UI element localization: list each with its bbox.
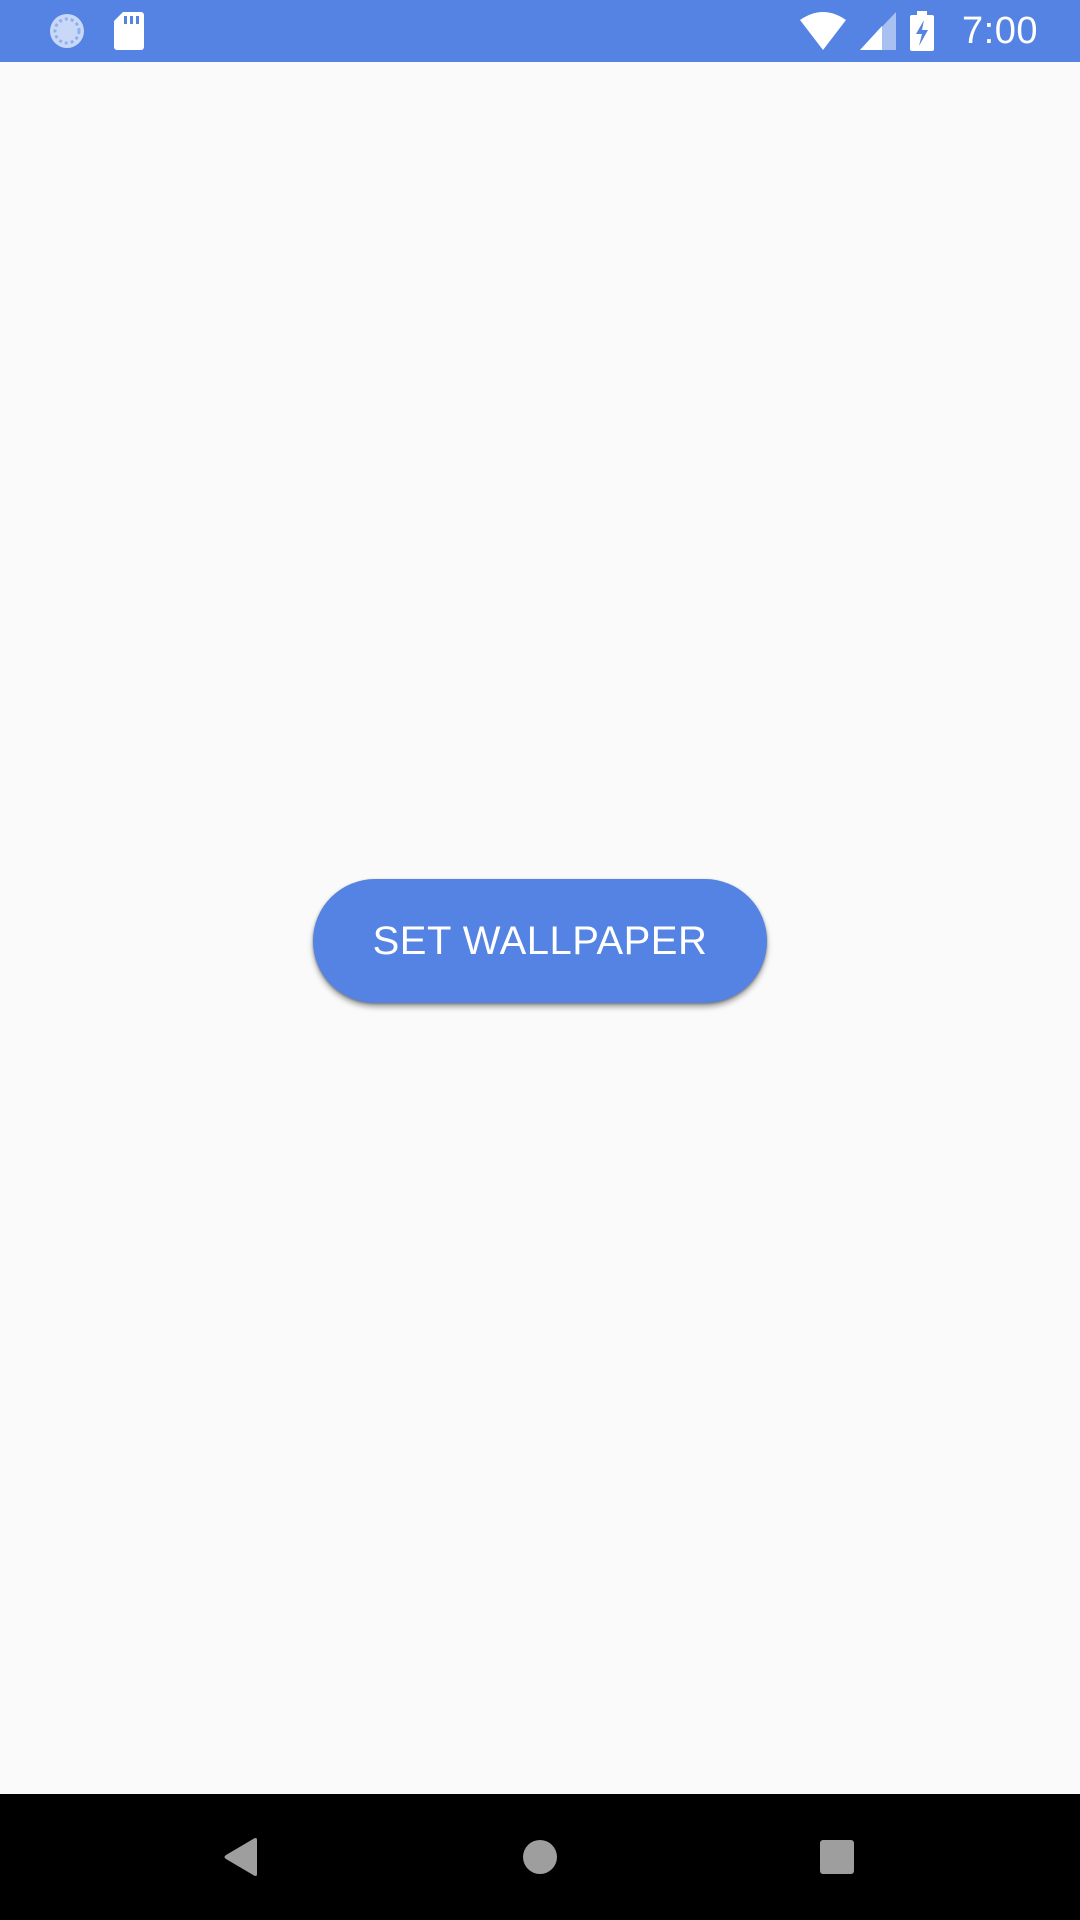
sync-icon xyxy=(48,12,86,50)
back-icon xyxy=(223,1837,259,1877)
main-content: SET WALLPAPER xyxy=(0,62,1080,1794)
battery-charging-icon xyxy=(910,11,935,51)
app-screen: 7:00 SET WALLPAPER xyxy=(0,0,1080,1920)
cell-signal-icon xyxy=(860,12,897,50)
status-bar: 7:00 xyxy=(0,0,1080,62)
set-wallpaper-button[interactable]: SET WALLPAPER xyxy=(313,879,767,1003)
recents-button[interactable] xyxy=(807,1827,867,1887)
navigation-bar xyxy=(0,1794,1080,1920)
wifi-icon xyxy=(800,12,847,50)
home-button[interactable] xyxy=(510,1827,570,1887)
status-left-icons xyxy=(48,12,144,50)
status-right-icons: 7:00 xyxy=(800,8,1038,54)
status-time: 7:00 xyxy=(962,9,1038,52)
home-icon xyxy=(522,1839,558,1875)
back-button[interactable] xyxy=(211,1827,271,1887)
recents-icon xyxy=(820,1840,854,1874)
sd-card-icon xyxy=(114,12,144,50)
